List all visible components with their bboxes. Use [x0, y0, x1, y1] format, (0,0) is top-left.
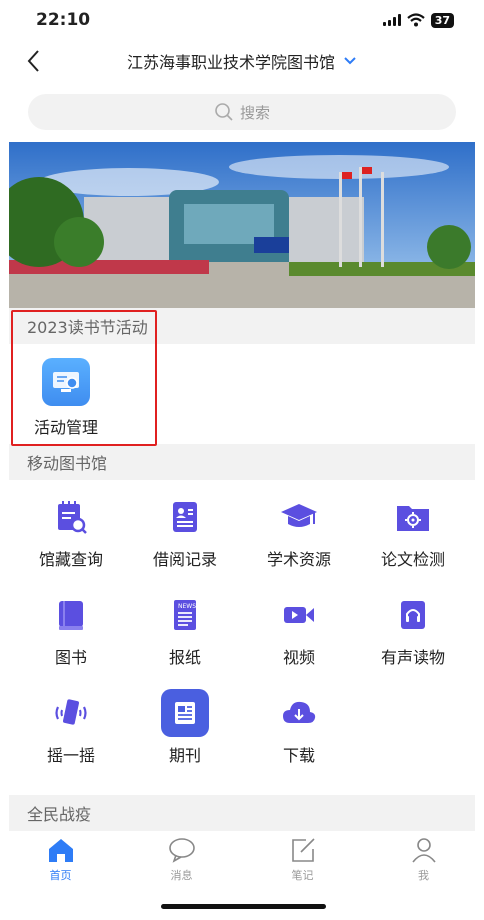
tab-notes[interactable]: 笔记 — [242, 831, 363, 887]
banner-image[interactable] — [9, 142, 475, 308]
reading-festival-section: 2023读书节活动 活动管理 — [0, 308, 484, 446]
search-bar[interactable]: 搜索 — [28, 94, 456, 130]
library-building-photo — [9, 142, 475, 308]
grid-item-newspaper[interactable]: NEWS 报纸 — [128, 594, 242, 670]
wifi-icon — [406, 13, 425, 27]
tab-profile[interactable]: 我 — [363, 831, 484, 887]
graduation-cap-icon — [281, 504, 317, 527]
activity-management-button[interactable]: 活动管理 — [16, 344, 116, 444]
section-header-anti-epidemic: 全民战疫 — [9, 795, 475, 831]
status-time: 22:10 — [36, 10, 91, 30]
grid-item-journal[interactable]: 期刊 — [128, 689, 242, 768]
chevron-down-icon[interactable] — [343, 56, 357, 66]
journal-icon — [161, 689, 209, 737]
nav-bar: 江苏海事职业技术学院图书馆 — [0, 40, 484, 82]
grid-item-download[interactable]: 下载 — [242, 692, 356, 768]
newspaper-icon: NEWS — [174, 600, 196, 630]
grid-item-paper-check[interactable]: 论文检测 — [356, 496, 470, 572]
home-indicator — [161, 904, 326, 909]
battery-icon: 37 — [430, 12, 454, 28]
section-header-mobile-library: 移动图书馆 — [9, 444, 475, 480]
paper-check-icon — [397, 506, 429, 531]
book-icon — [59, 601, 83, 630]
home-icon — [48, 838, 73, 862]
status-bar: 22:10 37 — [0, 0, 484, 40]
grid-item-video[interactable]: 视频 — [242, 594, 356, 670]
profile-icon — [411, 837, 436, 863]
grid-item-academic-resources[interactable]: 学术资源 — [242, 496, 356, 572]
cloud-download-icon — [283, 701, 316, 723]
catalog-search-icon — [58, 501, 87, 534]
back-icon[interactable] — [24, 48, 44, 74]
grid-item-shake[interactable]: 摇一摇 — [14, 692, 128, 768]
tab-home[interactable]: 首页 — [0, 831, 121, 887]
section-title: 2023读书节活动 — [27, 318, 148, 337]
mobile-library-grid: 馆藏查询 借阅记录 学术资源 论文检测 图书 NEWS 报纸 视频 有声读物 摇… — [0, 480, 484, 768]
video-icon — [284, 607, 314, 623]
svg-text:NEWS: NEWS — [178, 603, 196, 610]
page-title[interactable]: 江苏海事职业技术学院图书馆 — [127, 49, 335, 73]
section-title: 全民战疫 — [27, 805, 92, 824]
tab-messages[interactable]: 消息 — [121, 831, 242, 887]
section-title: 移动图书馆 — [27, 454, 108, 473]
grid-item-audiobook[interactable]: 有声读物 — [356, 594, 470, 670]
message-icon — [168, 837, 195, 863]
section-header-reading: 2023读书节活动 — [9, 308, 475, 344]
grid-item-catalog-search[interactable]: 馆藏查询 — [14, 496, 128, 572]
activity-management-label: 活动管理 — [33, 418, 98, 437]
borrow-record-icon — [173, 502, 197, 532]
grid-item-books[interactable]: 图书 — [14, 594, 128, 670]
shake-phone-icon — [55, 699, 87, 725]
tab-bar: 首页 消息 笔记 我 — [0, 831, 484, 887]
search-placeholder: 搜索 — [239, 103, 270, 122]
activity-management-icon — [42, 358, 90, 406]
note-icon — [291, 837, 315, 862]
audiobook-icon — [401, 601, 425, 629]
search-icon — [215, 103, 233, 121]
signal-icon — [382, 14, 401, 26]
status-icons: 37 — [382, 12, 454, 28]
grid-item-borrow-record[interactable]: 借阅记录 — [128, 496, 242, 572]
